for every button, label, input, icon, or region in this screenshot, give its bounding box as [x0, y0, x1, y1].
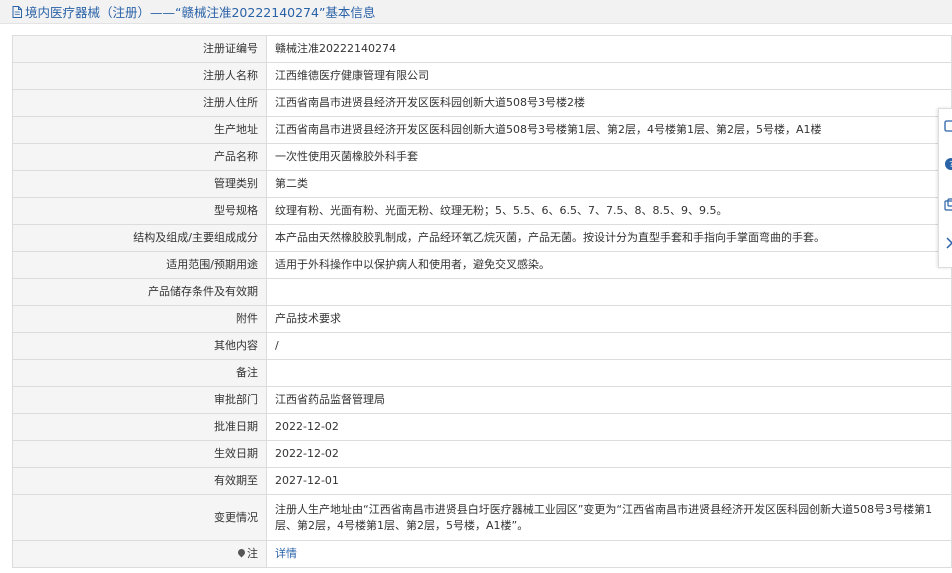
- table-row: 生产地址 江西省南昌市进贤县经济开发区医科园创新大道508号3号楼第1层、第2层，…: [12, 116, 952, 144]
- row-value: 适用于外科操作中以保护病人和使用者，避免交叉感染。: [266, 251, 952, 279]
- row-label: 注册人住所: [12, 89, 267, 117]
- row-label: 型号规格: [12, 197, 267, 225]
- row-value: /: [266, 332, 952, 360]
- table-row: 产品储存条件及有效期: [12, 278, 952, 306]
- table-row: 管理类别 第二类: [12, 170, 952, 198]
- document-icon: [12, 5, 22, 18]
- row-label: 批准日期: [12, 413, 267, 441]
- row-label: 生产地址: [12, 116, 267, 144]
- row-label: 变更情况: [12, 494, 267, 541]
- row-label: 注册证编号: [12, 35, 267, 63]
- page-title: 境内医疗器械（注册）——“赣械注准20222140274”基本信息: [25, 5, 376, 20]
- chevron-right-icon[interactable]: [944, 236, 952, 250]
- row-label: 有效期至: [12, 467, 267, 495]
- row-value: 本产品由天然橡胶胶乳制成，产品经环氧乙烷灭菌，产品无菌。按设计分为直型手套和手指…: [266, 224, 952, 252]
- row-label: 结构及组成/主要组成成分: [12, 224, 267, 252]
- table-row: 注册证编号 赣械注准20222140274: [12, 35, 952, 63]
- row-value: 江西省药品监督管理局: [266, 386, 952, 414]
- table-row: 适用范围/预期用途 适用于外科操作中以保护病人和使用者，避免交叉感染。: [12, 251, 952, 279]
- row-value: [266, 359, 952, 387]
- page-title-bar: 境内医疗器械（注册）——“赣械注准20222140274”基本信息: [0, 0, 952, 24]
- table-row: 变更情况 注册人生产地址由“江西省南昌市进贤县白圩医疗器械工业园区”变更为“江西省…: [12, 494, 952, 541]
- table-row: 注册人名称 江西维德医疗健康管理有限公司: [12, 62, 952, 90]
- note-label-cell: 注: [12, 540, 267, 568]
- row-value: 纹理有粉、光面有粉、光面无粉、纹理无粉；5、5.5、6、6.5、7、7.5、8、…: [266, 197, 952, 225]
- row-value: 2022-12-02: [266, 440, 952, 468]
- table-row: 结构及组成/主要组成成分 本产品由天然橡胶胶乳制成，产品经环氧乙烷灭菌，产品无菌。…: [12, 224, 952, 252]
- help-icon[interactable]: ?: [944, 157, 952, 171]
- row-label: 产品储存条件及有效期: [12, 278, 267, 306]
- row-label: 适用范围/预期用途: [12, 251, 267, 279]
- row-label: 其他内容: [12, 332, 267, 360]
- table-row: 注册人住所 江西省南昌市进贤县经济开发区医科园创新大道508号3号楼2楼: [12, 89, 952, 117]
- row-value: 江西维德医疗健康管理有限公司: [266, 62, 952, 90]
- row-label: 注册人名称: [12, 62, 267, 90]
- note-value-cell: 详情: [266, 540, 952, 568]
- row-value: 2022-12-02: [266, 413, 952, 441]
- row-value: 赣械注准20222140274: [266, 35, 952, 63]
- row-value: 注册人生产地址由“江西省南昌市进贤县白圩医疗器械工业园区”变更为“江西省南昌市进…: [266, 494, 952, 541]
- device-info-table: 注册证编号 赣械注准20222140274 注册人名称 江西维德医疗健康管理有限公司…: [12, 35, 952, 568]
- row-label: 产品名称: [12, 143, 267, 171]
- row-label: 管理类别: [12, 170, 267, 198]
- row-value: 一次性使用灭菌橡胶外科手套: [266, 143, 952, 171]
- table-row: 批准日期 2022-12-02: [12, 413, 952, 441]
- table-row: 备注: [12, 359, 952, 387]
- table-row: 生效日期 2022-12-02: [12, 440, 952, 468]
- table-row: 产品名称 一次性使用灭菌橡胶外科手套: [12, 143, 952, 171]
- row-value: [266, 278, 952, 306]
- row-value: 2027-12-01: [266, 467, 952, 495]
- row-value: 产品技术要求: [266, 305, 952, 333]
- note-row: 注 详情: [12, 540, 952, 568]
- row-label: 附件: [12, 305, 267, 333]
- row-value: 第二类: [266, 170, 952, 198]
- details-link[interactable]: 详情: [275, 547, 297, 560]
- row-label: 审批部门: [12, 386, 267, 414]
- row-value: 江西省南昌市进贤县经济开发区医科园创新大道508号3号楼第1层、第2层，4号楼第…: [266, 116, 952, 144]
- share-icon[interactable]: [944, 119, 952, 133]
- table-row: 附件 产品技术要求: [12, 305, 952, 333]
- floating-side-toolbar: ?: [938, 108, 952, 268]
- table-row: 型号规格 纹理有粉、光面有粉、光面无粉、纹理无粉；5、5.5、6、6.5、7、7.…: [12, 197, 952, 225]
- table-row: 审批部门 江西省药品监督管理局: [12, 386, 952, 414]
- note-label: 注: [247, 547, 258, 560]
- row-label: 生效日期: [12, 440, 267, 468]
- location-pin-icon: [236, 547, 247, 558]
- copy-icon[interactable]: [944, 198, 952, 212]
- table-row: 有效期至 2027-12-01: [12, 467, 952, 495]
- row-label: 备注: [12, 359, 267, 387]
- table-row: 其他内容 /: [12, 332, 952, 360]
- row-value: 江西省南昌市进贤县经济开发区医科园创新大道508号3号楼2楼: [266, 89, 952, 117]
